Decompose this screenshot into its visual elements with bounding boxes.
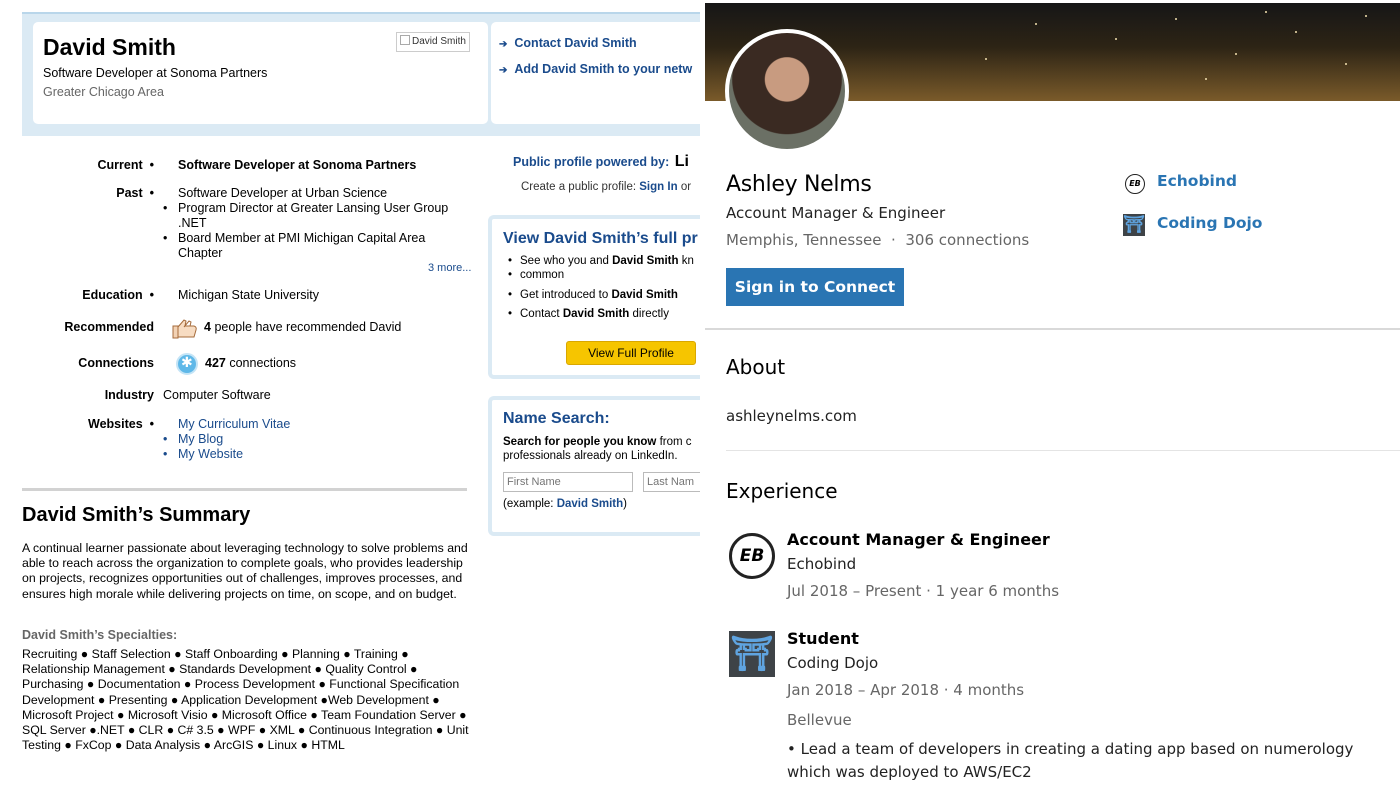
full-profile-item: See who you and David Smith kn [508, 254, 694, 268]
profile-location: Memphis, Tennessee · 306 connections [726, 231, 1030, 249]
profile-photo: David Smith [396, 32, 470, 52]
specialties-title: David Smith’s Specialties: [22, 628, 178, 642]
arrow-right-icon: ➔ [499, 65, 508, 76]
coding-dojo-logo-icon: ⛩ [1123, 214, 1145, 236]
echobind-logo-icon: EB [1125, 174, 1145, 194]
experience-dates: Jul 2018 – Present · 1 year 6 months [787, 582, 1060, 600]
arrow-right-icon: ➔ [499, 39, 508, 50]
profile-name: David Smith [43, 34, 176, 60]
past-position: Board Member at PMI Michigan Capital Are… [163, 231, 425, 246]
full-profile-item: Get introduced to David Smith [508, 288, 678, 302]
experience-description: • Lead a team of developers in creating … [787, 740, 1354, 781]
about-text: ashleynelms.com [726, 407, 857, 425]
profile-location: Greater Chicago Area [43, 85, 164, 99]
industry-value: Computer Software [163, 388, 271, 402]
contact-link[interactable]: ➔ Contact David Smith [499, 36, 637, 50]
connections-label: Connections [78, 356, 154, 370]
thumbs-up-icon [172, 319, 197, 339]
website-link[interactable]: My Website [163, 447, 243, 462]
experience-dates: Jan 2018 – Apr 2018 · 4 months [787, 681, 1025, 699]
profile-name: Ashley Nelms [726, 172, 872, 197]
summary-title: David Smith’s Summary [22, 504, 251, 526]
name-search-example: (example: David Smith) [503, 498, 628, 510]
summary-text: A continual learner passionate about lev… [22, 541, 468, 601]
experience-title-item: Account Manager & Engineer [787, 530, 1050, 549]
experience-location: Bellevue [787, 711, 852, 729]
industry-label: Industry [104, 388, 154, 402]
public-profile-label: Public profile powered by: Li [513, 153, 689, 170]
more-positions-link[interactable]: 3 more... [428, 261, 471, 276]
echobind-logo-icon: EB [729, 533, 775, 579]
name-search-title: Name Search: [503, 410, 610, 427]
past-position: Program Director at Greater Lansing User… [163, 201, 448, 216]
full-profile-item: Contact David Smith directly [508, 307, 669, 321]
education-label: Education • [82, 288, 154, 302]
website-link[interactable]: My Blog [163, 432, 223, 447]
education-value: Michigan State University [178, 288, 320, 302]
connections-icon [176, 353, 198, 375]
broken-image-icon [400, 35, 410, 45]
experience-title: Experience [726, 479, 838, 503]
past-position: Software Developer at Urban Science [178, 186, 388, 200]
add-to-network-link[interactable]: ➔ Add David Smith to your netw [499, 62, 692, 76]
websites-label: Websites • [88, 417, 154, 431]
recommended-value: 4 people have recommended David [204, 320, 402, 334]
modern-profile-panel: Ashley Nelms Account Manager & Engineer … [700, 0, 1400, 787]
view-full-profile-button[interactable]: View Full Profile [566, 341, 696, 365]
last-name-input[interactable] [643, 472, 700, 492]
divider [705, 328, 1400, 330]
specialties-text: Recruiting ● Staff Selection ● Staff Onb… [22, 647, 469, 753]
full-profile-title: View David Smith’s full pr [503, 230, 698, 247]
experience-title-item: Student [787, 629, 859, 648]
past-position-cont: .NET [178, 216, 207, 230]
avatar [725, 29, 849, 153]
divider [726, 450, 1400, 451]
experience-company: Echobind [787, 555, 857, 573]
experience-company: Coding Dojo [787, 654, 879, 672]
website-link[interactable]: My Curriculum Vitae [178, 417, 290, 432]
sign-in-link[interactable]: Sign In [639, 181, 677, 193]
about-title: About [726, 355, 786, 379]
current-label: Current • [97, 158, 154, 172]
first-name-input[interactable] [503, 472, 633, 492]
coding-dojo-logo-icon: ⛩ [729, 631, 775, 677]
past-label: Past • [116, 186, 154, 200]
recommended-label: Recommended [64, 320, 154, 334]
company-link-coding-dojo[interactable]: Coding Dojo [1157, 214, 1262, 232]
name-search-text: Search for people you know from c profess… [503, 436, 692, 462]
create-public-profile: Create a public profile: Sign In or [521, 181, 692, 193]
profile-headline: Software Developer at Sonoma Partners [43, 66, 268, 80]
legacy-profile-panel: David Smith Software Developer at Sonoma… [0, 0, 700, 787]
past-position-cont: Chapter [178, 246, 223, 260]
divider [22, 488, 467, 491]
full-profile-item-cont: common [508, 268, 564, 282]
example-name-link[interactable]: David Smith [557, 498, 623, 510]
sign-in-to-connect-button[interactable]: Sign in to Connect [726, 268, 904, 306]
profile-headline: Account Manager & Engineer [726, 204, 946, 222]
connections-value: 427 connections [205, 356, 297, 370]
current-position: Software Developer at Sonoma Partners [178, 158, 417, 172]
company-link-echobind[interactable]: Echobind [1157, 172, 1237, 190]
